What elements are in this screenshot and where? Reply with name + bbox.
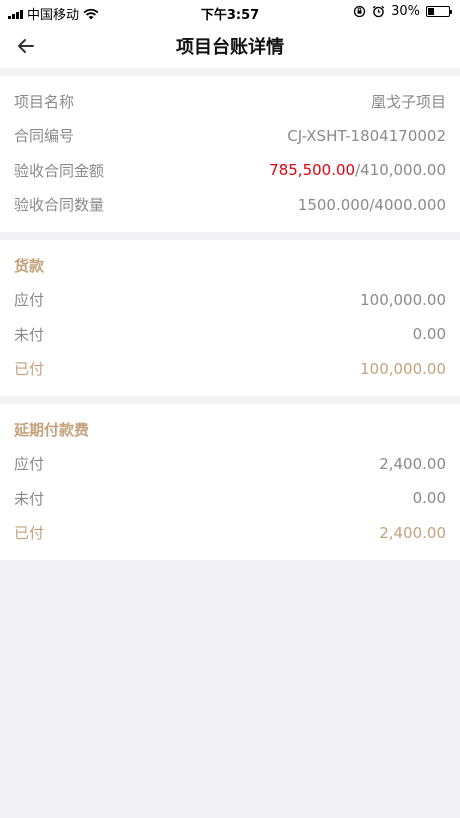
late-fee-unpaid-value: 0.00 bbox=[412, 489, 446, 508]
goods-payable-value: 100,000.00 bbox=[360, 290, 446, 309]
empty-background bbox=[0, 560, 460, 792]
rotation-lock-icon bbox=[353, 5, 366, 18]
late-fee-section-header: 延期付款费 bbox=[14, 412, 446, 447]
divider bbox=[0, 232, 460, 240]
late-fee-paid-row: 已付 2,400.00 bbox=[14, 516, 446, 551]
total-amount: /410,000.00 bbox=[355, 161, 446, 180]
late-fee-unpaid-row: 未付 0.00 bbox=[14, 481, 446, 516]
battery-icon bbox=[426, 6, 452, 17]
contract-no-row: 合同编号 CJ-XSHT-1804170002 bbox=[14, 119, 446, 154]
late-fee-payable-value: 2,400.00 bbox=[379, 454, 446, 473]
late-fee-section-title: 延期付款费 bbox=[14, 420, 90, 439]
status-bar: 中国移动 下午3:57 30% bbox=[0, 0, 460, 24]
divider bbox=[0, 68, 460, 76]
late-fee-paid-label: 已付 bbox=[14, 524, 45, 543]
goods-unpaid-row: 未付 0.00 bbox=[14, 317, 446, 352]
goods-paid-label: 已付 bbox=[14, 360, 45, 379]
contract-no-value: CJ-XSHT-1804170002 bbox=[287, 126, 446, 145]
late-fee-payable-row: 应付 2,400.00 bbox=[14, 447, 446, 482]
alarm-icon bbox=[372, 5, 385, 18]
project-name-label: 项目名称 bbox=[14, 92, 75, 111]
project-info-card: 项目名称 凰戈子项目 合同编号 CJ-XSHT-1804170002 验收合同金… bbox=[0, 76, 460, 232]
nav-bar: 项目台账详情 bbox=[0, 24, 460, 68]
goods-section-title: 货款 bbox=[14, 256, 45, 275]
contract-amount-row: 验收合同金额 785,500.00/410,000.00 bbox=[14, 153, 446, 188]
goods-payable-label: 应付 bbox=[14, 291, 45, 310]
goods-payment-card: 货款 应付 100,000.00 未付 0.00 已付 100,000.00 bbox=[0, 240, 460, 396]
late-fee-card: 延期付款费 应付 2,400.00 未付 0.00 已付 2,400.00 bbox=[0, 404, 460, 560]
late-fee-unpaid-label: 未付 bbox=[14, 489, 45, 508]
goods-unpaid-label: 未付 bbox=[14, 325, 45, 344]
status-right: 30% bbox=[353, 4, 452, 19]
contract-quantity-value: 1500.000/4000.000 bbox=[297, 195, 446, 214]
back-arrow-icon[interactable] bbox=[14, 34, 38, 58]
battery-percent: 30% bbox=[391, 4, 420, 19]
contract-quantity-row: 验收合同数量 1500.000/4000.000 bbox=[14, 188, 446, 223]
accepted-amount: 785,500.00 bbox=[269, 161, 356, 180]
contract-amount-value: 785,500.00/410,000.00 bbox=[269, 161, 446, 179]
goods-paid-row: 已付 100,000.00 bbox=[14, 352, 446, 387]
page-title: 项目台账详情 bbox=[176, 37, 284, 58]
late-fee-paid-value: 2,400.00 bbox=[379, 523, 446, 542]
goods-payable-row: 应付 100,000.00 bbox=[14, 283, 446, 318]
contract-no-label: 合同编号 bbox=[14, 127, 75, 146]
divider bbox=[0, 396, 460, 404]
goods-unpaid-value: 0.00 bbox=[412, 325, 446, 344]
project-name-value: 凰戈子项目 bbox=[370, 92, 446, 111]
late-fee-payable-label: 应付 bbox=[14, 455, 45, 474]
project-name-row: 项目名称 凰戈子项目 bbox=[14, 84, 446, 119]
goods-paid-value: 100,000.00 bbox=[360, 359, 446, 378]
contract-quantity-label: 验收合同数量 bbox=[14, 196, 105, 215]
contract-amount-label: 验收合同金额 bbox=[14, 161, 105, 180]
goods-section-header: 货款 bbox=[14, 248, 446, 283]
